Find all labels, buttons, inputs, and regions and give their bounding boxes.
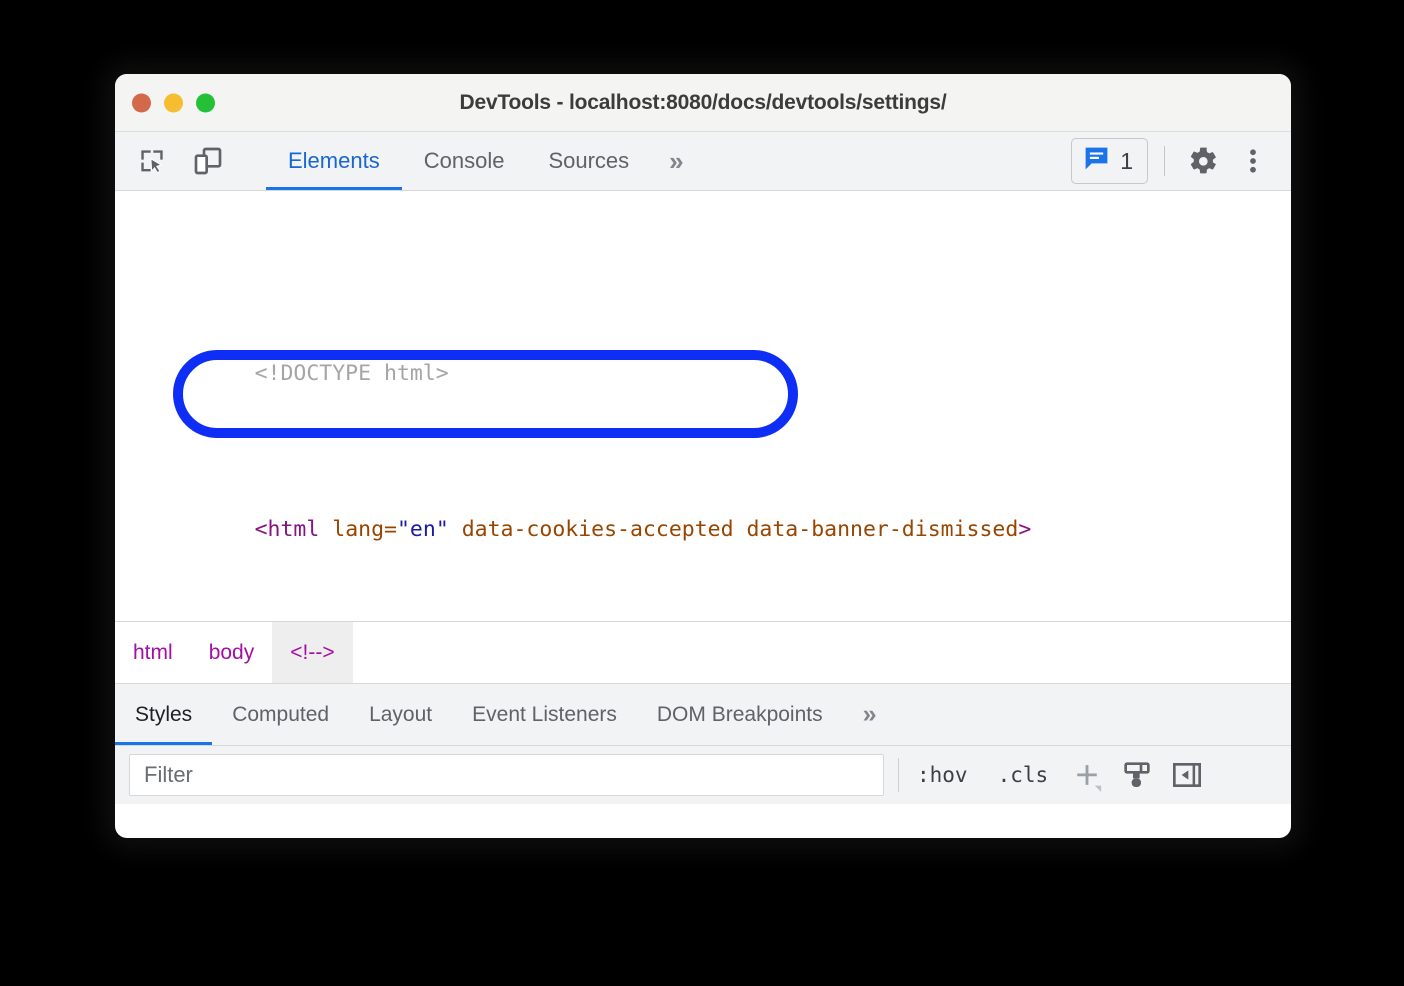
tab-computed-label: Computed <box>232 703 329 727</box>
more-sidebar-tabs-label: » <box>863 700 877 729</box>
minimize-window-button[interactable] <box>164 93 183 112</box>
devtools-window: DevTools - localhost:8080/docs/devtools/… <box>115 74 1291 838</box>
dom-row-doctype[interactable]: <!DOCTYPE html> <box>115 315 1291 354</box>
window-controls <box>132 93 215 112</box>
tab-layout-label: Layout <box>369 703 432 727</box>
window-title: DevTools - localhost:8080/docs/devtools/… <box>115 91 1291 115</box>
three-dot-menu-icon[interactable] <box>1231 139 1275 183</box>
inspect-element-icon[interactable] <box>131 140 173 182</box>
toolbar-right-icons: 1 <box>1071 132 1291 190</box>
tab-dom-breakpoints-label: DOM Breakpoints <box>657 703 823 727</box>
breadcrumb-item-comment[interactable]: <!--> <box>272 622 352 683</box>
tab-event-listeners[interactable]: Event Listeners <box>452 684 637 745</box>
html-tag-close: > <box>1018 517 1031 542</box>
html-data-attrs: data-cookies-accepted data-banner-dismis… <box>449 517 1019 542</box>
breadcrumb: html body <!--> <box>115 621 1291 683</box>
breadcrumb-item-comment-label: <!--> <box>290 641 334 665</box>
screenshot-root: DevTools - localhost:8080/docs/devtools/… <box>0 0 1404 986</box>
html-tag-name: <html <box>255 517 320 542</box>
tab-styles-label: Styles <box>135 703 192 727</box>
tab-event-listeners-label: Event Listeners <box>472 703 617 727</box>
tab-sources[interactable]: Sources <box>526 132 651 190</box>
filter-placeholder-text: Filter <box>144 762 193 788</box>
more-panels-chevron-icon[interactable]: » <box>651 132 701 190</box>
tab-console-label: Console <box>424 148 505 174</box>
message-count-label: 1 <box>1120 148 1133 175</box>
cls-toggle-button[interactable]: .cls <box>986 763 1061 787</box>
tab-elements[interactable]: Elements <box>266 132 402 190</box>
breadcrumb-item-body[interactable]: body <box>191 622 273 683</box>
window-titlebar: DevTools - localhost:8080/docs/devtools/… <box>115 74 1291 132</box>
hov-toggle-button[interactable]: :hov <box>905 763 980 787</box>
tab-computed[interactable]: Computed <box>212 684 349 745</box>
dom-tree-view[interactable]: <!DOCTYPE html> <html lang="en" data-coo… <box>115 191 1291 621</box>
maximize-window-button[interactable] <box>196 93 215 112</box>
styles-filter-bar: Filter :hov .cls <box>115 745 1291 804</box>
dom-row-html[interactable]: <html lang="en" data-cookies-accepted da… <box>115 471 1291 510</box>
tab-sources-label: Sources <box>548 148 629 174</box>
styles-sidebar-tab-list: Styles Computed Layout Event Listeners D… <box>115 683 1291 745</box>
breadcrumb-item-html-label: html <box>133 641 173 665</box>
tab-console[interactable]: Console <box>402 132 527 190</box>
filter-input[interactable]: Filter <box>129 754 884 796</box>
toolbar-left-icons <box>115 132 266 190</box>
filter-bar-divider <box>898 758 899 792</box>
gear-icon[interactable] <box>1181 139 1225 183</box>
plus-new-style-rule-icon[interactable] <box>1064 753 1110 797</box>
paintbrush-print-media-icon[interactable] <box>1114 753 1160 797</box>
device-toolbar-icon[interactable] <box>187 140 229 182</box>
message-count-button[interactable]: 1 <box>1071 138 1148 184</box>
html-attr-lang-value: "en" <box>397 517 449 542</box>
devtools-main-toolbar: Elements Console Sources » <box>115 132 1291 191</box>
message-bubble-icon <box>1082 144 1111 178</box>
tab-styles[interactable]: Styles <box>115 684 212 745</box>
close-window-button[interactable] <box>132 93 151 112</box>
breadcrumb-item-body-label: body <box>209 641 255 665</box>
html-attr-lang-name: lang= <box>332 517 397 542</box>
doctype-text: <!DOCTYPE html> <box>255 361 449 386</box>
tab-layout[interactable]: Layout <box>349 684 452 745</box>
more-panels-label: » <box>669 146 683 177</box>
panel-tab-list: Elements Console Sources » <box>266 132 702 190</box>
tab-elements-label: Elements <box>288 148 380 174</box>
toolbar-right-divider <box>1164 146 1165 176</box>
more-sidebar-tabs-chevron-icon[interactable]: » <box>843 684 897 745</box>
tab-dom-breakpoints[interactable]: DOM Breakpoints <box>637 684 843 745</box>
toggle-sidebar-icon[interactable] <box>1164 753 1210 797</box>
breadcrumb-item-html[interactable]: html <box>115 622 191 683</box>
